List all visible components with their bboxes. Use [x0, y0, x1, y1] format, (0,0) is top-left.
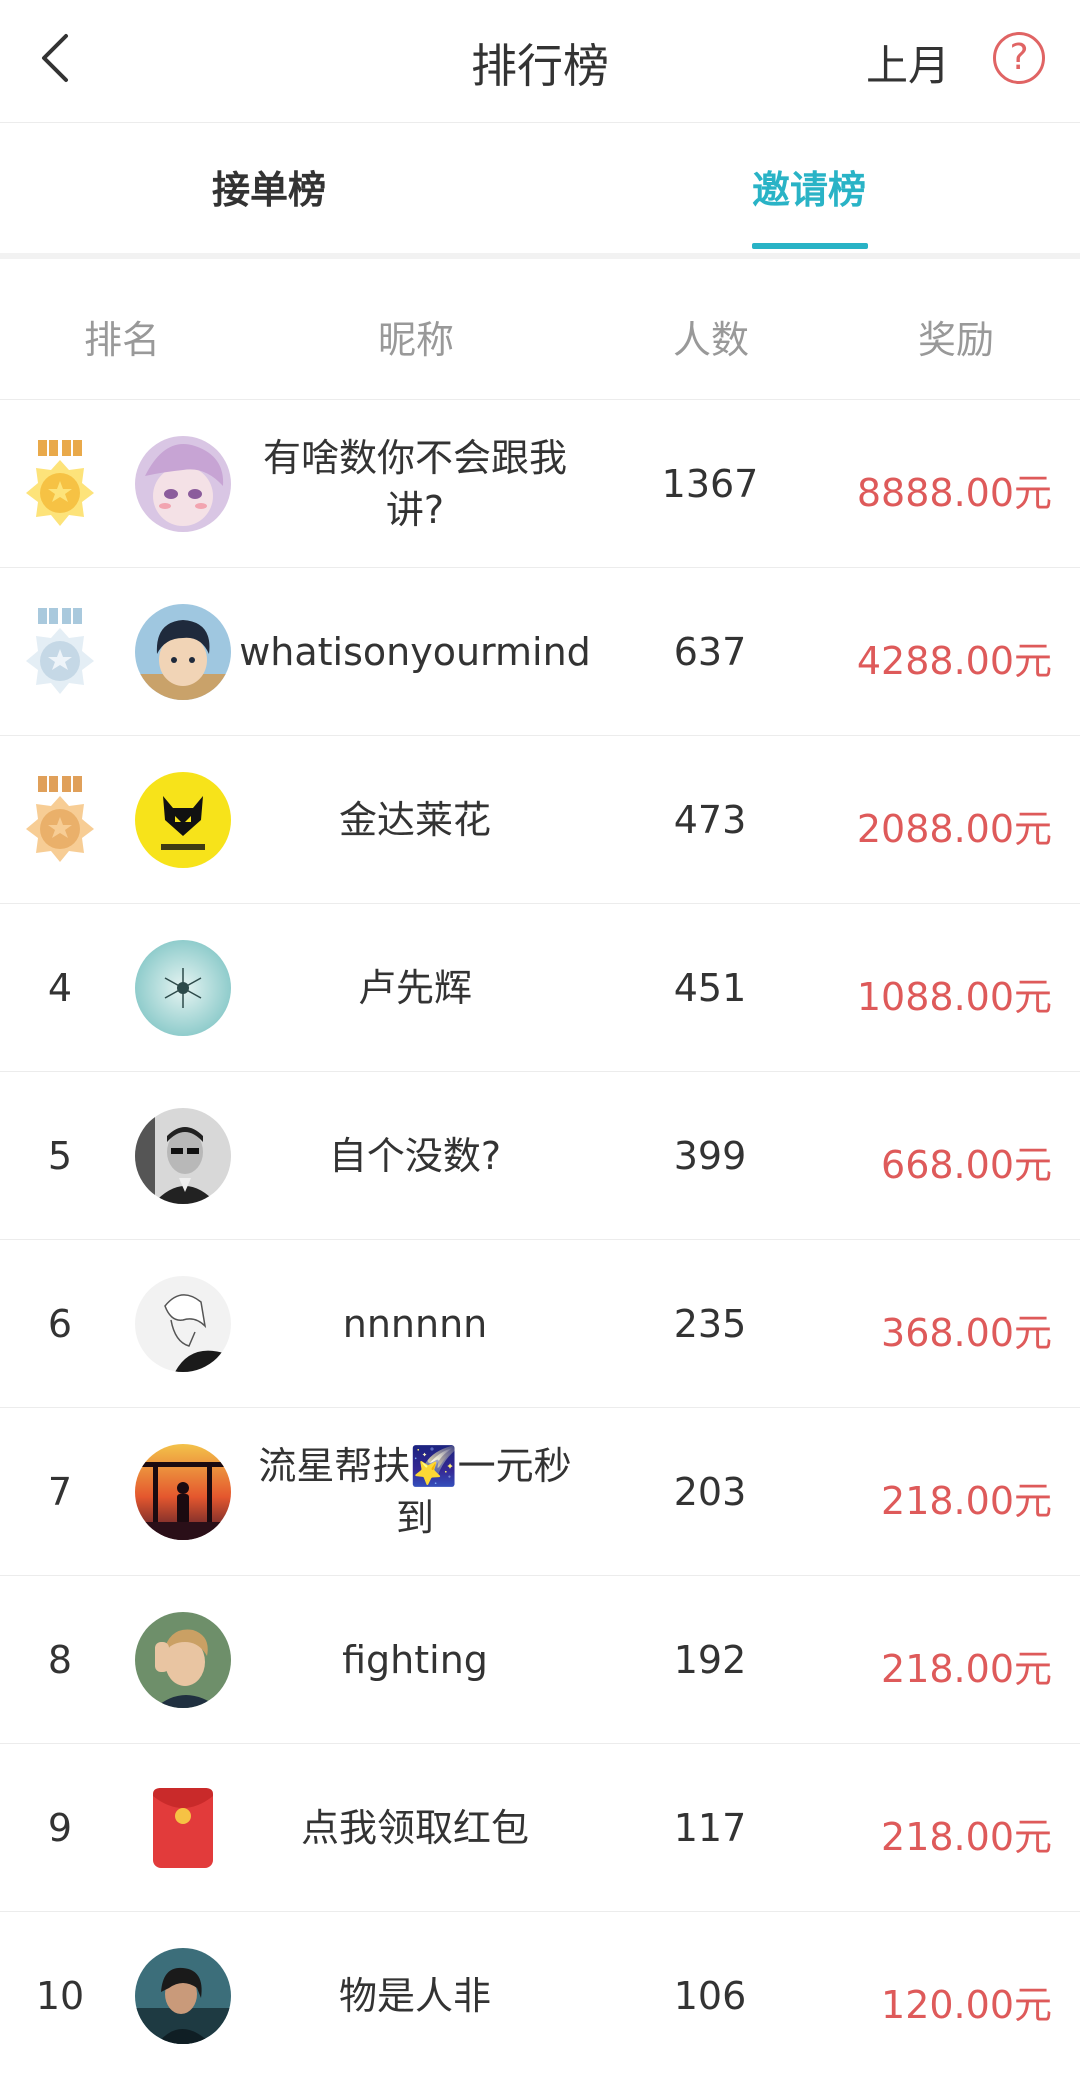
help-icon[interactable]: ? [993, 32, 1045, 84]
invite-count: 106 [673, 1974, 747, 2018]
nickname: 物是人非 [338, 1973, 491, 2018]
nickname: whatisonyourmind [239, 629, 591, 674]
active-tab-indicator [752, 243, 868, 249]
bronze-medal-icon [26, 776, 94, 862]
man-sunglasses-avatar [135, 1108, 231, 1204]
rank-number: 8 [47, 1638, 73, 1682]
anime-girl-avatar [135, 436, 231, 532]
rank-number: 4 [47, 966, 73, 1010]
table-row[interactable]: 有啥数你不会跟我讲? 1367 8888.00元 [0, 400, 1080, 568]
reward-amount: 218.00元 [881, 1479, 1052, 1523]
reward-amount: 4288.00元 [856, 639, 1052, 683]
table-row[interactable]: whatisonyourmind 637 4288.00元 [0, 568, 1080, 736]
reward-amount: 218.00元 [881, 1815, 1052, 1859]
tab-invite-ranking[interactable]: 邀请榜 [752, 159, 866, 214]
rank-number: 6 [47, 1302, 73, 1346]
table-row[interactable]: 9 点我领取红包 117 218.00元 [0, 1744, 1080, 1912]
page-title: 排行榜 [471, 39, 609, 93]
rank-number: 5 [47, 1134, 73, 1178]
reward-amount: 218.00元 [881, 1647, 1052, 1691]
table-row[interactable]: 5 自个没数? 399 668.00元 [0, 1072, 1080, 1240]
tab-bar: 接单榜 邀请榜 [0, 123, 1080, 259]
table-row[interactable]: 10 物是人非 106 120.00元 [0, 1912, 1080, 2078]
top-bar: 排行榜 上月 ? [0, 0, 1080, 123]
tab-order-ranking[interactable]: 接单榜 [212, 159, 326, 214]
invite-count: 473 [673, 798, 747, 842]
invite-count: 192 [673, 1638, 747, 1682]
table-header: 排名 昵称 人数 奖励 [0, 259, 1080, 400]
rank-number: 9 [47, 1806, 73, 1850]
table-row[interactable]: 6 nnnnnn 235 368.00元 [0, 1240, 1080, 1408]
nickname: 金达莱花 [338, 797, 491, 842]
column-header-reward: 奖励 [918, 318, 995, 362]
column-header-count: 人数 [673, 318, 750, 362]
singer-photo-avatar [135, 1948, 231, 2044]
table-row[interactable]: 4 卢先辉 451 1088.00元 [0, 904, 1080, 1072]
invite-count: 451 [673, 966, 747, 1010]
nickname: fighting [342, 1637, 488, 1682]
ranking-page: 排行榜 上月 ? 接单榜 邀请榜 排名 昵称 人数 奖励 有啥数你不会跟我讲? … [0, 0, 1080, 2078]
back-button[interactable] [34, 28, 84, 88]
table-row[interactable]: 8 fighting 192 218.00元 [0, 1576, 1080, 1744]
reward-amount: 1088.00元 [856, 975, 1052, 1019]
invite-count: 117 [673, 1806, 747, 1850]
reward-amount: 120.00元 [881, 1983, 1052, 2027]
dandelion-avatar [135, 940, 231, 1036]
red-envelope-avatar [135, 1780, 231, 1876]
invite-count: 399 [673, 1134, 747, 1178]
nickname: 有啥数你不会跟我讲? [262, 435, 567, 532]
sketch-portrait-avatar [135, 1276, 231, 1372]
ranking-list: 有啥数你不会跟我讲? 1367 8888.00元 whatisonyourmin… [0, 400, 1080, 2078]
rank-number: 7 [47, 1470, 73, 1514]
table-row[interactable]: 金达莱花 473 2088.00元 [0, 736, 1080, 904]
column-header-rank: 排名 [84, 318, 161, 362]
reward-amount: 668.00元 [881, 1143, 1052, 1187]
young-man-avatar [135, 1612, 231, 1708]
nickname: 流星帮扶🌠一元秒到 [258, 1443, 572, 1540]
rank-number: 10 [35, 1974, 85, 2018]
kind-fox-logo-avatar [135, 772, 231, 868]
reward-amount: 8888.00元 [856, 471, 1052, 515]
month-filter-button[interactable]: 上月 [866, 32, 950, 93]
reward-amount: 368.00元 [881, 1311, 1052, 1355]
nickname: 卢先辉 [357, 965, 472, 1010]
table-row[interactable]: 7 流星帮扶🌠一元秒到 203 218.00元 [0, 1408, 1080, 1576]
reward-amount: 2088.00元 [856, 807, 1052, 851]
nickname: nnnnnn [342, 1301, 488, 1346]
invite-count: 1367 [661, 462, 759, 506]
sunset-silhouette-avatar [135, 1444, 231, 1540]
chevron-left-icon [42, 34, 68, 82]
gold-medal-icon [26, 440, 94, 526]
invite-count: 637 [673, 630, 747, 674]
invite-count: 235 [673, 1302, 747, 1346]
invite-count: 203 [673, 1470, 747, 1514]
silver-medal-icon [26, 608, 94, 694]
nickname: 自个没数? [328, 1133, 502, 1178]
column-header-nickname: 昵称 [378, 318, 455, 362]
anime-boy-avatar [135, 604, 231, 700]
nickname: 点我领取红包 [300, 1805, 529, 1850]
